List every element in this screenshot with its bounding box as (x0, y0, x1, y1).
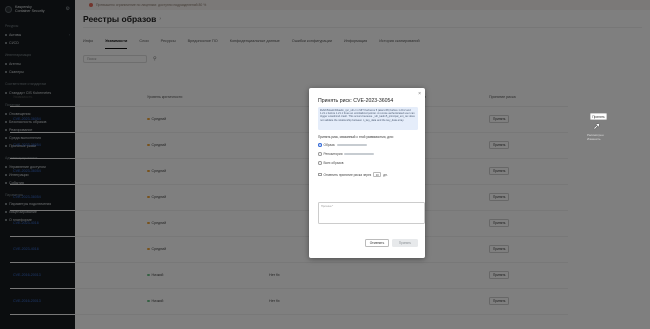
reason-textarea[interactable]: Причина * (318, 202, 425, 224)
mouse-cursor-icon: ➚ (593, 121, 601, 131)
scope-question: Принять риск, связанный с этой уязвимост… (318, 135, 394, 139)
close-icon[interactable]: × (418, 91, 421, 97)
redacted-value (344, 152, 375, 156)
radio-checked-icon[interactable] (318, 143, 322, 147)
radio-icon[interactable] (318, 152, 322, 156)
highlighted-accept-button[interactable]: Принять (590, 113, 607, 120)
scope-option-repo[interactable]: Репозитория (318, 152, 375, 156)
revoke-option[interactable]: Отменить принятие риска через 30 дн. (318, 172, 388, 177)
row-status-tooltip: Рассмотрен Изменить (587, 133, 604, 141)
days-input[interactable]: 30 (373, 172, 382, 177)
checkbox-icon[interactable] (318, 172, 322, 177)
cancel-button[interactable]: Отменить (365, 239, 389, 247)
radio-icon[interactable] (318, 161, 322, 165)
accept-risk-dialog: × Принять риск: CVE-2023-36054 lib/krb5/… (309, 88, 425, 258)
dialog-title: Принять риск: CVE-2023-36054 (318, 98, 394, 104)
scope-option-all[interactable]: Всех образов (318, 161, 343, 165)
apply-button[interactable]: Принять (392, 239, 418, 247)
redacted-value (336, 143, 367, 147)
scope-option-image[interactable]: Образа (318, 143, 367, 147)
vulnerability-description: lib/krb5/kadm5/kadm_rpc_xdr.c in MIT Ker… (318, 107, 418, 130)
